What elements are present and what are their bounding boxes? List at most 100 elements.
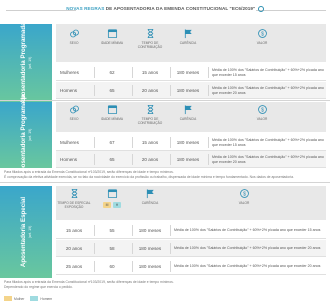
table-header: SEXO IDADE MÍNIMA TEMPO DE CONTRIBUIÇÃO …: [56, 102, 326, 132]
cell-valor: Média de 100% dos "Salários de Contribui…: [212, 85, 324, 95]
page-title: NOVAS REGRAS DE APOSENTADORIA DA EMENDA …: [0, 6, 330, 12]
svg-text:$: $: [243, 191, 246, 197]
cell-sexo: Homens: [60, 157, 78, 162]
cell-carencia: 180 meses: [138, 264, 162, 269]
calendar-icon: [107, 189, 117, 199]
table-header: SEXO IDADE MÍNIMA TEMPO DE CONTRIBUIÇÃO …: [56, 24, 326, 62]
footnotes: Para filiados após a entrada da Emenda C…: [4, 280, 326, 289]
cell-tempo: 20 anos: [141, 88, 159, 93]
footnote: É comprovação da efetiva atividade exerc…: [4, 174, 294, 179]
col-sexo: SEXO: [56, 104, 92, 122]
cell-valor: Média de 100% dos "Salários de Contribui…: [212, 137, 324, 147]
col-idade: IDADE MÍNIMA: [94, 104, 130, 122]
legend-swatch-homem: [30, 296, 39, 301]
col-valor: $ VALOR: [244, 28, 280, 46]
cell-sexo: Mulheres: [60, 70, 79, 75]
hourglass-icon: [71, 188, 77, 199]
col-carencia: CARÊNCIA: [170, 104, 206, 122]
hourglass-icon: [147, 28, 153, 39]
table-row: 25 anos 60 180 meses Média de 100% dos "…: [56, 258, 326, 275]
col-tempo: TEMPO DE CONTRIBUIÇÃO: [132, 28, 168, 49]
cell-carencia: 180 meses: [176, 88, 200, 93]
section-divider: [0, 182, 330, 183]
col-idade: IDADE MÍNIMA: [94, 28, 130, 46]
cell-valor: Média de 100% dos "Salários de Contribui…: [212, 154, 324, 164]
section-programada-1: Aposentadoria Programada (art. 19) SEXO …: [0, 22, 330, 104]
cell-tempo: 15 anos: [65, 228, 83, 233]
col-carencia: CARÊNCIA: [132, 188, 168, 206]
cell-valor: Média de 100% dos "Salários de Contribui…: [174, 228, 321, 233]
flag-icon: [146, 189, 154, 199]
section-divider: [0, 100, 330, 101]
legend-pills: MH: [94, 202, 130, 208]
calendar-icon: [107, 105, 117, 115]
cell-carencia: 180 meses: [138, 246, 162, 251]
cell-idade: 65: [109, 88, 115, 93]
cell-valor: Média de 100% dos "Salários de Contribui…: [212, 67, 324, 77]
cell-idade: 62: [109, 70, 115, 75]
col-tempo: TEMPO DE CONTRIBUIÇÃO: [132, 104, 168, 125]
table-row: Homens 65 20 anos 180 meses Média de 100…: [56, 151, 326, 168]
col-valor: $ VALOR: [244, 104, 280, 122]
table-row: 15 anos 55 180 meses Média de 100% dos "…: [56, 222, 326, 239]
table-row: Mulheres 62 15 anos 180 meses Média de 1…: [56, 64, 326, 81]
hourglass-icon: [147, 104, 153, 115]
section-especial: Aposentadoria Especial (art. 19) TEMPO D…: [0, 186, 330, 278]
cell-valor: Média de 100% dos "Salários de Contribui…: [174, 246, 321, 251]
section-side-label: Aposentadoria Programada (art. 19): [0, 22, 52, 104]
legend: Mulher Homem: [4, 296, 52, 301]
cell-tempo: 15 anos: [141, 140, 159, 145]
cell-sexo: Homens: [60, 88, 78, 93]
legend-swatch-mulher: [4, 296, 12, 301]
table-row: Homens 65 20 anos 180 meses Média de 100…: [56, 82, 326, 99]
cell-idade: 60: [109, 264, 115, 269]
table-header: TEMPO DE ESPECIAL EXPOSIÇÃO MH CARÊNCIA …: [56, 186, 326, 220]
gender-icon: [69, 105, 79, 114]
footnotes: Para filiados após a entrada da Emenda C…: [4, 170, 326, 179]
svg-text:$: $: [261, 107, 264, 113]
section-subtitle: (art. 19): [28, 128, 32, 142]
cell-tempo: 15 anos: [141, 70, 159, 75]
coin-icon: $: [257, 29, 267, 38]
cell-sexo: Mulheres: [60, 140, 79, 145]
col-sexo: SEXO: [56, 28, 92, 46]
section-title: Aposentadoria Especial: [20, 196, 27, 268]
table-row: 20 anos 58 180 meses Média de 100% dos "…: [56, 240, 326, 257]
title-prefix: NOVAS REGRAS: [66, 6, 105, 12]
cell-tempo: 20 anos: [141, 157, 159, 162]
table-row: Mulheres 67 15 anos 180 meses Média de 1…: [56, 134, 326, 151]
flag-icon: [184, 105, 192, 115]
section-programada-2: Aposentadoria Programada (art. 19) SEXO …: [0, 94, 330, 176]
badge-icon: [257, 6, 264, 12]
page-header: NOVAS REGRAS DE APOSENTADORIA DA EMENDA …: [0, 0, 330, 22]
gender-icon: [69, 29, 79, 38]
calendar-icon: [107, 29, 117, 39]
cell-carencia: 180 meses: [176, 70, 200, 75]
footnote: Dependendo do regime que exercia o pedid…: [4, 284, 73, 289]
section-title: Aposentadoria Programada: [20, 22, 27, 104]
legend-label-homem: Homem: [40, 296, 53, 301]
cell-idade: 65: [109, 157, 115, 162]
cell-idade: 67: [109, 140, 115, 145]
flag-icon: [184, 29, 192, 39]
col-idade: MH: [94, 188, 130, 208]
col-tempo-exposicao: TEMPO DE ESPECIAL EXPOSIÇÃO: [56, 188, 92, 209]
cell-valor: Média de 100% dos "Salários de Contribui…: [174, 264, 321, 269]
svg-text:$: $: [261, 31, 264, 37]
cell-tempo: 25 anos: [65, 264, 83, 269]
coin-icon: $: [257, 105, 267, 114]
cell-carencia: 180 meses: [176, 157, 200, 162]
section-title: Aposentadoria Programada: [20, 94, 27, 176]
legend-label-mulher: Mulher: [14, 296, 25, 301]
section-subtitle: (art. 19): [28, 56, 32, 70]
section-side-label: Aposentadoria Programada (art. 19): [0, 94, 52, 176]
cell-tempo: 20 anos: [65, 246, 83, 251]
section-side-label: Aposentadoria Especial (art. 19): [0, 186, 52, 278]
cell-carencia: 180 meses: [138, 228, 162, 233]
col-carencia: CARÊNCIA: [170, 28, 206, 46]
cell-carencia: 180 meses: [176, 140, 200, 145]
coin-icon: $: [239, 189, 249, 198]
section-subtitle: (art. 19): [28, 225, 32, 239]
cell-idade: 55: [109, 228, 115, 233]
col-valor: $ VALOR: [226, 188, 262, 206]
